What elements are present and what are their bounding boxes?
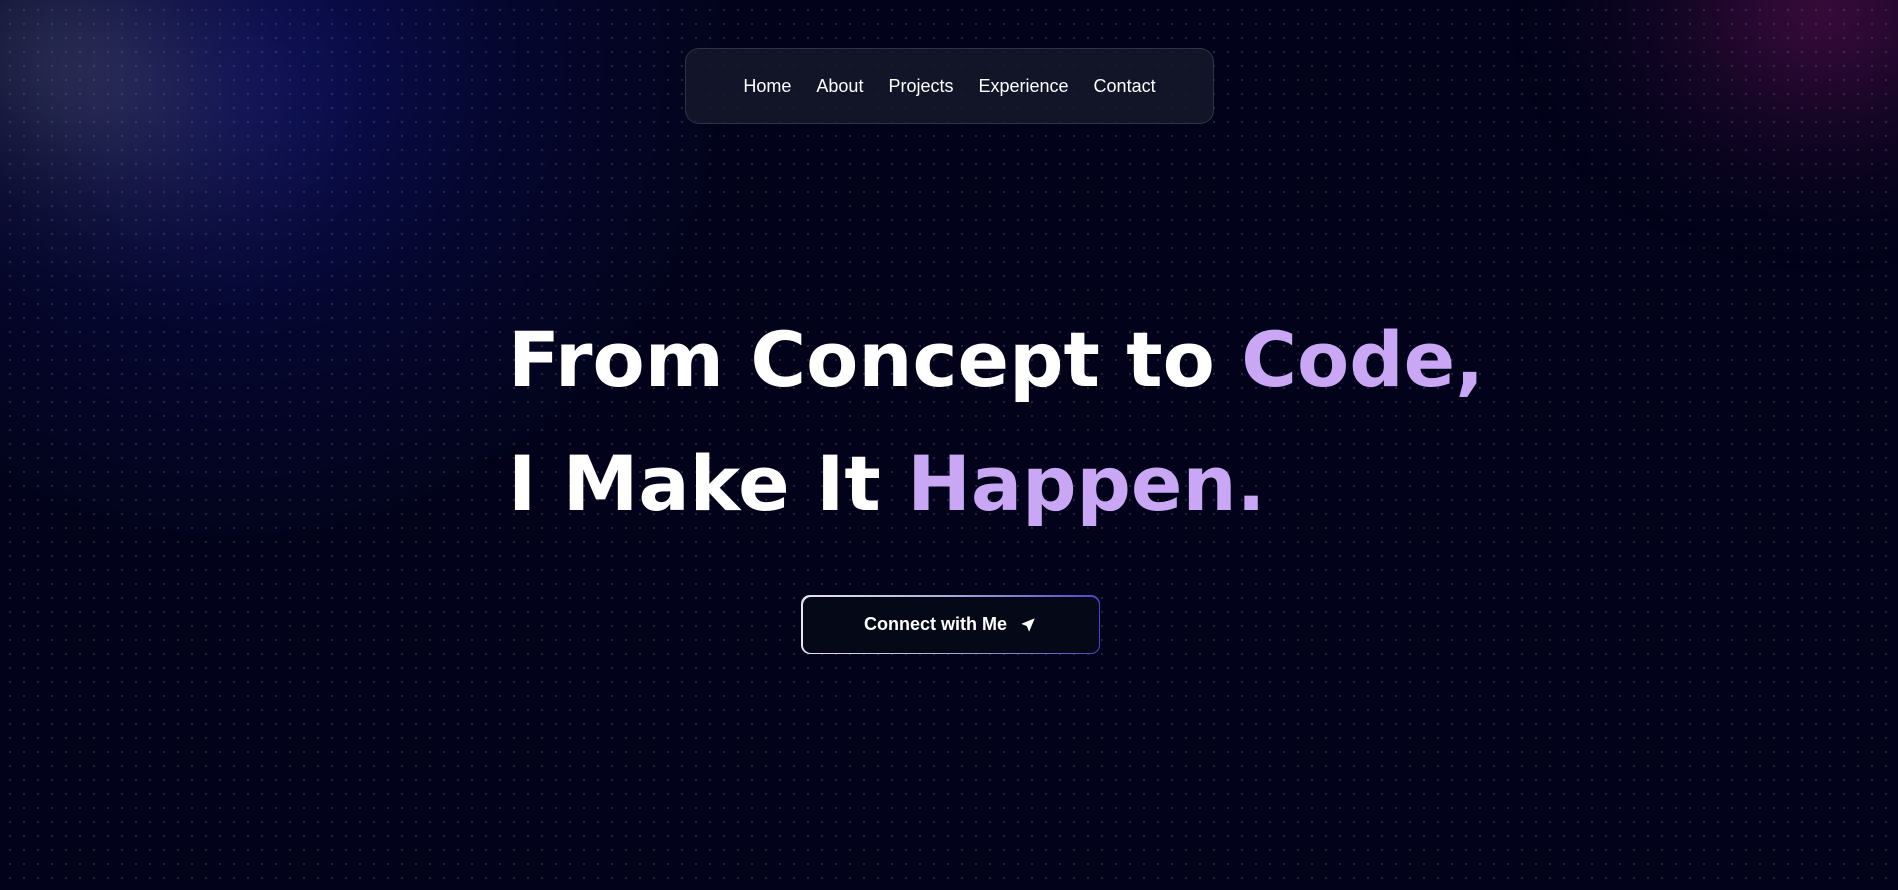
- send-icon: [1019, 616, 1037, 634]
- hero-line-1-accent: Code,: [1241, 315, 1485, 404]
- nav-item-home[interactable]: Home: [743, 76, 791, 97]
- hero-line-1-text: From Concept to: [508, 315, 1242, 404]
- nav-item-about[interactable]: About: [816, 76, 863, 97]
- hero-line-2-accent: Happen.: [907, 439, 1266, 528]
- connect-button[interactable]: Connect with Me: [801, 595, 1100, 654]
- top-navigation: Home About Projects Experience Contact: [685, 48, 1214, 124]
- nav-item-projects[interactable]: Projects: [888, 76, 953, 97]
- connect-button-inner: Connect with Me: [802, 596, 1099, 653]
- hero-line-2-text: I Make It: [508, 439, 908, 528]
- page: Home About Projects Experience Contact F…: [0, 0, 1898, 890]
- hero-line-1: From Concept to Code,: [508, 298, 1484, 422]
- connect-button-label: Connect with Me: [864, 614, 1007, 634]
- nav-item-contact[interactable]: Contact: [1094, 76, 1156, 97]
- hero-line-2: I Make It Happen.: [508, 422, 1484, 546]
- hero-heading: From Concept to Code, I Make It Happen.: [508, 298, 1484, 546]
- nav-item-experience[interactable]: Experience: [978, 76, 1068, 97]
